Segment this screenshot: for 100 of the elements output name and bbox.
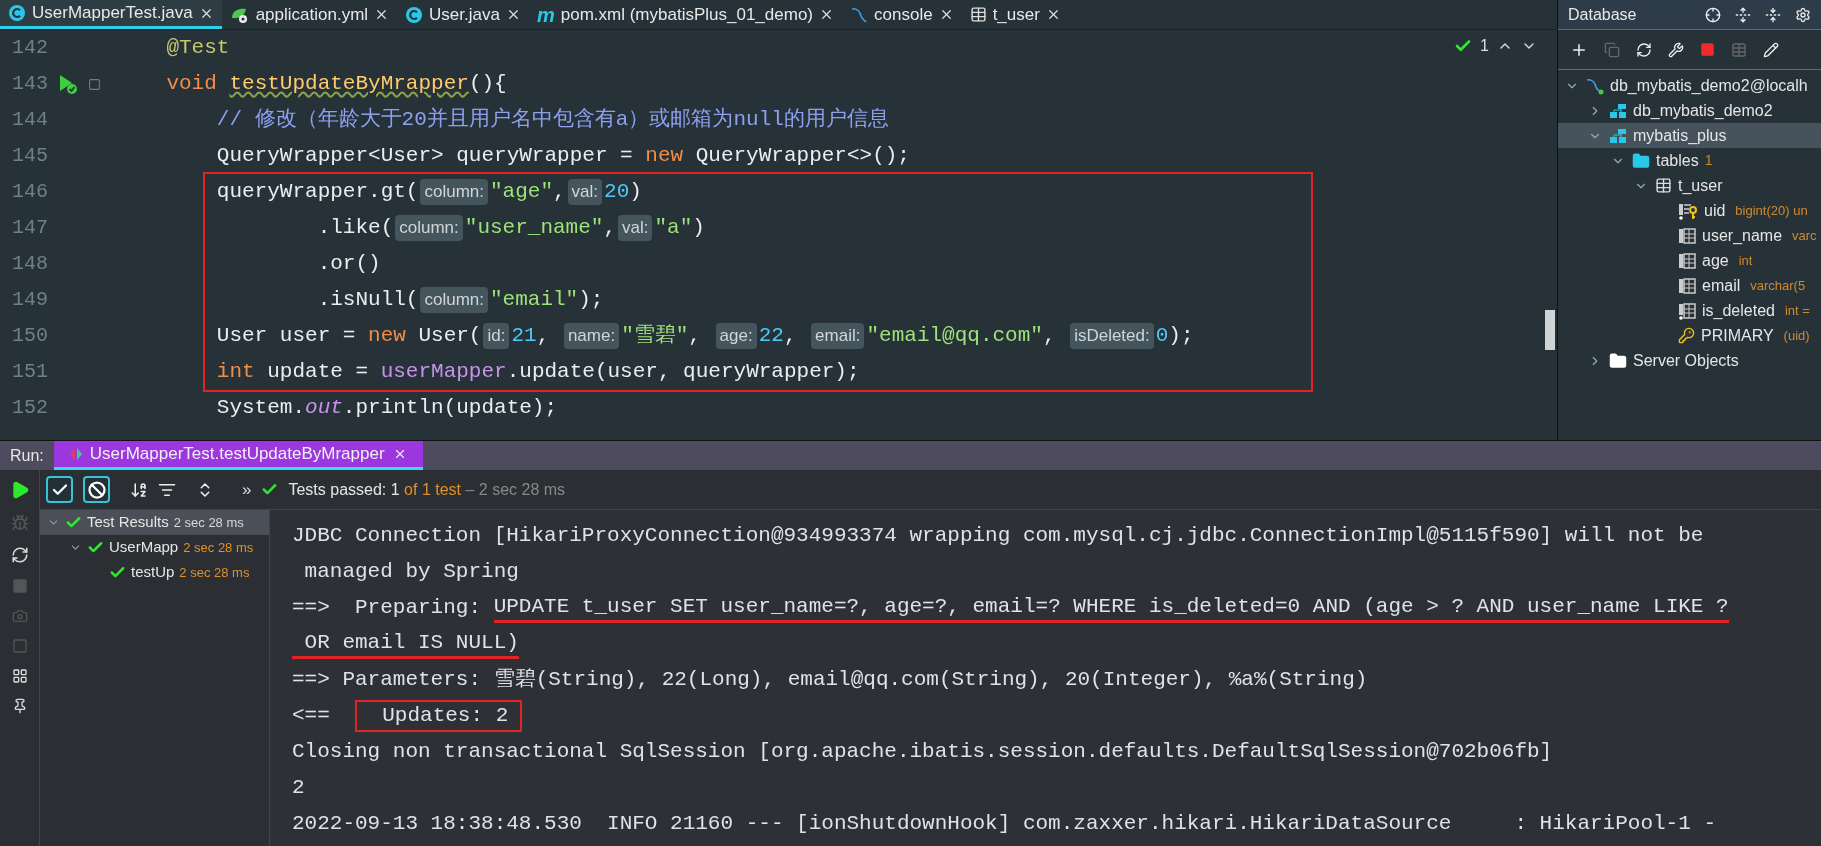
console-text: ==> Preparing:: [292, 595, 483, 622]
column-icon: [1678, 226, 1696, 245]
parameter-hint: column:: [420, 287, 488, 313]
tree-item[interactable]: user_name varc: [1558, 223, 1821, 248]
ban-icon: [87, 480, 106, 499]
tab-label: UserMapperTest.testUpdateByMrapper: [89, 443, 385, 466]
test-duration: 2 sec 28 ms: [179, 563, 250, 582]
code-token: "a": [654, 215, 693, 242]
sort-az-icon[interactable]: [130, 480, 148, 499]
panel-title: Database: [1568, 4, 1638, 25]
editor-tab[interactable]: t_user: [961, 0, 1069, 29]
tree-item[interactable]: db_mybatis_demo2@localh: [1558, 73, 1821, 98]
tree-label: email: [1702, 275, 1741, 296]
code-token: 20: [604, 179, 630, 206]
line-number: 143: [11, 71, 48, 97]
column-type: varchar(5: [1750, 276, 1806, 295]
tree-item[interactable]: uid bigint(20) un: [1558, 198, 1821, 223]
code-token: .println(update);: [342, 395, 558, 422]
parameter-hint: val:: [567, 179, 603, 205]
class-icon: [405, 5, 424, 24]
code-token: User user =: [215, 323, 357, 350]
close-icon[interactable]: [819, 7, 834, 22]
code-token: ,: [783, 323, 798, 350]
table-icon: [969, 6, 987, 23]
layout-icon[interactable]: [11, 668, 28, 684]
item-count: 1: [1704, 151, 1713, 170]
line-number: 148: [11, 251, 48, 277]
console-text: <==: [292, 703, 331, 730]
tab-label: application.yml: [255, 3, 369, 26]
tab-label: console: [874, 3, 933, 26]
expand-all-icon[interactable]: [1735, 6, 1751, 23]
code-token: ): [629, 179, 642, 206]
code-token: new: [368, 323, 406, 350]
test-duration: 2 sec 28 ms: [183, 538, 254, 557]
tree-item[interactable]: is_deleted int =: [1558, 298, 1821, 323]
tree-item[interactable]: t_user: [1558, 173, 1821, 198]
filter-toggle[interactable]: [83, 476, 110, 503]
editor-tab[interactable]: m pom.xml (mybatisPlus_01_demo): [528, 0, 842, 29]
editor-tab[interactable]: UserMapperTest.java: [0, 0, 222, 29]
tree-label: t_user: [1678, 175, 1723, 196]
console-text: managed by Spring: [303, 559, 519, 586]
refresh-icon[interactable]: [1636, 41, 1652, 58]
filter-toggle[interactable]: [46, 476, 73, 503]
test-result-item[interactable]: UserMapp 2 sec 28 ms: [40, 535, 269, 560]
test-result-item[interactable]: testUp 2 sec 28 ms: [40, 560, 269, 585]
collapse-all-icon[interactable]: [1765, 6, 1781, 23]
code-token: "email@qq.com": [866, 323, 1043, 350]
wrench-icon[interactable]: [1668, 41, 1684, 58]
console-text: OR email IS NULL): [292, 629, 519, 659]
tree-item[interactable]: tables 1: [1558, 148, 1821, 173]
editor-tab[interactable]: console: [842, 0, 962, 29]
column-type: bigint(20) un: [1735, 201, 1808, 220]
code-token: // 修改（年龄大于20并且用户名中包含有a）或邮箱为null的用户信息: [215, 106, 889, 134]
code-token: out: [305, 395, 343, 422]
crosshair-icon[interactable]: [1705, 6, 1721, 23]
code-token: userMapper: [380, 359, 507, 386]
console-text: JDBC Connection [HikariProxyConnection@934993374 wrapping com.mysql.cj.jdbc.ConnectionImpl@5115f590] will not be: [292, 523, 1704, 550]
test-name: Test Results: [87, 512, 169, 533]
column-icon: [1678, 301, 1696, 320]
tree-item[interactable]: Server Objects: [1558, 348, 1821, 373]
more-button[interactable]: »: [242, 476, 252, 503]
tab-label: pom.xml (mybatisPlus_01_demo): [560, 3, 813, 26]
tree-label: is_deleted: [1702, 300, 1775, 321]
code-token: testUpdateByMrapper: [229, 71, 469, 98]
rerun-icon[interactable]: [10, 546, 29, 564]
code-token: 0: [1155, 323, 1169, 350]
column-type: (uid): [1783, 326, 1810, 345]
editor-tab[interactable]: User.java: [397, 0, 529, 29]
settings-icon[interactable]: [1795, 6, 1811, 23]
schema-icon: [1609, 127, 1627, 144]
tree-item[interactable]: age int: [1558, 248, 1821, 273]
scrollbar-thumb[interactable]: [1545, 310, 1555, 350]
test-run-icon: [69, 447, 82, 461]
tree-item[interactable]: email varchar(5: [1558, 273, 1821, 298]
run-tab[interactable]: UserMapperTest.testUpdateByMrapper: [53, 441, 423, 470]
tree-item[interactable]: PRIMARY (uid): [1558, 323, 1821, 348]
tab-label: t_user: [992, 3, 1040, 26]
code-token: ,: [603, 215, 616, 242]
tree-item[interactable]: mybatis_plus: [1558, 123, 1821, 148]
edit-icon[interactable]: [1763, 41, 1779, 58]
console-text: ==> Parameters: 雪碧(String), 22(Long), email@qq.com(String), 20(Integer), %a%(String): [292, 667, 1368, 694]
code-token: queryWrapper.gt(: [215, 179, 419, 206]
parameter-hint: name:: [563, 323, 620, 349]
stop-icon[interactable]: [1700, 42, 1715, 57]
test-duration: 2 sec 28 ms: [173, 513, 244, 532]
code-token: System.: [215, 395, 306, 422]
tree-item[interactable]: db_mybatis_demo2: [1558, 98, 1821, 123]
column-type: int =: [1784, 301, 1810, 320]
parameter-hint: val:: [618, 215, 653, 241]
code-token: ,: [1042, 323, 1057, 350]
folder-icon: [1632, 151, 1650, 170]
code-token: ,: [536, 323, 551, 350]
code-token: );: [1168, 323, 1194, 350]
editor-tab[interactable]: application.yml: [221, 0, 398, 29]
tree-label: tables: [1656, 150, 1699, 171]
test-result-item[interactable]: Test Results 2 sec 28 ms: [40, 510, 269, 535]
code-token: .or(): [316, 251, 381, 278]
code-token: "email": [490, 287, 579, 314]
code-token: ,: [688, 323, 702, 350]
code-token: ): [692, 215, 705, 242]
